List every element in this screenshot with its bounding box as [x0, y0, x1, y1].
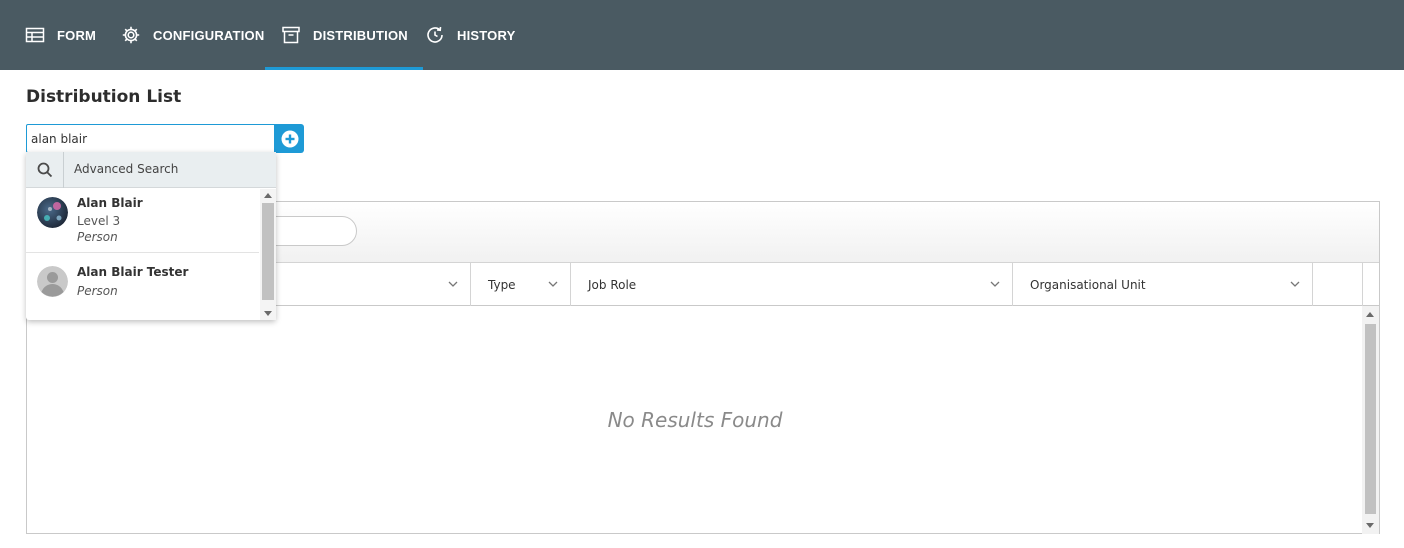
scroll-up-arrow[interactable] — [264, 193, 272, 198]
scroll-down-arrow[interactable] — [264, 311, 272, 316]
column-header-organisational-unit[interactable]: Organisational Unit — [1013, 263, 1313, 306]
tab-history[interactable]: HISTORY — [425, 0, 515, 70]
chevron-down-icon — [548, 281, 558, 287]
column-header-label: Organisational Unit — [1030, 277, 1146, 292]
result-type: Person — [77, 284, 118, 298]
scroll-up-arrow[interactable] — [1366, 312, 1374, 317]
archive-box-icon — [282, 26, 300, 44]
result-name: Alan Blair Tester — [77, 265, 189, 279]
result-name: Alan Blair — [77, 196, 143, 210]
advanced-search-label: Advanced Search — [74, 162, 179, 176]
tab-distribution-label: DISTRIBUTION — [313, 27, 408, 43]
gear-icon — [122, 26, 140, 44]
column-header-actions — [1313, 263, 1363, 306]
empty-results-message: No Results Found — [607, 408, 783, 432]
search-result-item[interactable]: Alan Blair Tester Person — [26, 254, 259, 314]
tab-form-label: FORM — [57, 27, 97, 43]
chevron-down-icon — [990, 281, 1000, 287]
scroll-thumb[interactable] — [262, 203, 274, 300]
column-header-label: Job Role — [588, 277, 637, 292]
column-header-job-role[interactable]: Job Role — [571, 263, 1013, 306]
column-header-label: Type — [488, 277, 516, 292]
tab-configuration[interactable]: CONFIGURATION — [121, 0, 264, 70]
result-type: Person — [77, 230, 118, 244]
add-button[interactable] — [275, 124, 304, 153]
search-icon — [37, 162, 52, 178]
search-result-item[interactable]: Alan Blair Level 3 Person — [26, 189, 259, 253]
tab-form[interactable]: FORM — [25, 0, 96, 70]
grid-scrollbar[interactable] — [1362, 306, 1379, 534]
search-results-dropdown: Advanced Search Alan Blair Level 3 Perso… — [26, 152, 276, 320]
chevron-down-icon — [1290, 281, 1300, 287]
column-header-type[interactable]: Type — [471, 263, 571, 306]
table-icon — [25, 27, 45, 43]
search-icon-box — [26, 152, 64, 188]
advanced-search-option[interactable]: Advanced Search — [26, 152, 276, 188]
avatar — [37, 266, 68, 297]
tab-distribution[interactable]: DISTRIBUTION — [265, 0, 423, 70]
scroll-thumb[interactable] — [1365, 324, 1376, 514]
distribution-search-input[interactable] — [26, 124, 275, 153]
dropdown-scrollbar[interactable] — [260, 189, 276, 320]
history-clock-icon — [427, 26, 443, 43]
top-nav: FORM CONFIGURATION DISTRIBUTION HISTORY — [0, 0, 1404, 70]
result-level: Level 3 — [77, 214, 121, 228]
tab-history-label: HISTORY — [457, 27, 516, 43]
avatar — [37, 197, 68, 228]
chevron-down-icon — [448, 281, 458, 287]
scroll-down-arrow[interactable] — [1366, 523, 1374, 528]
tab-configuration-label: CONFIGURATION — [153, 27, 265, 43]
page-title: Distribution List — [26, 87, 182, 107]
plus-circle-icon — [281, 130, 298, 147]
